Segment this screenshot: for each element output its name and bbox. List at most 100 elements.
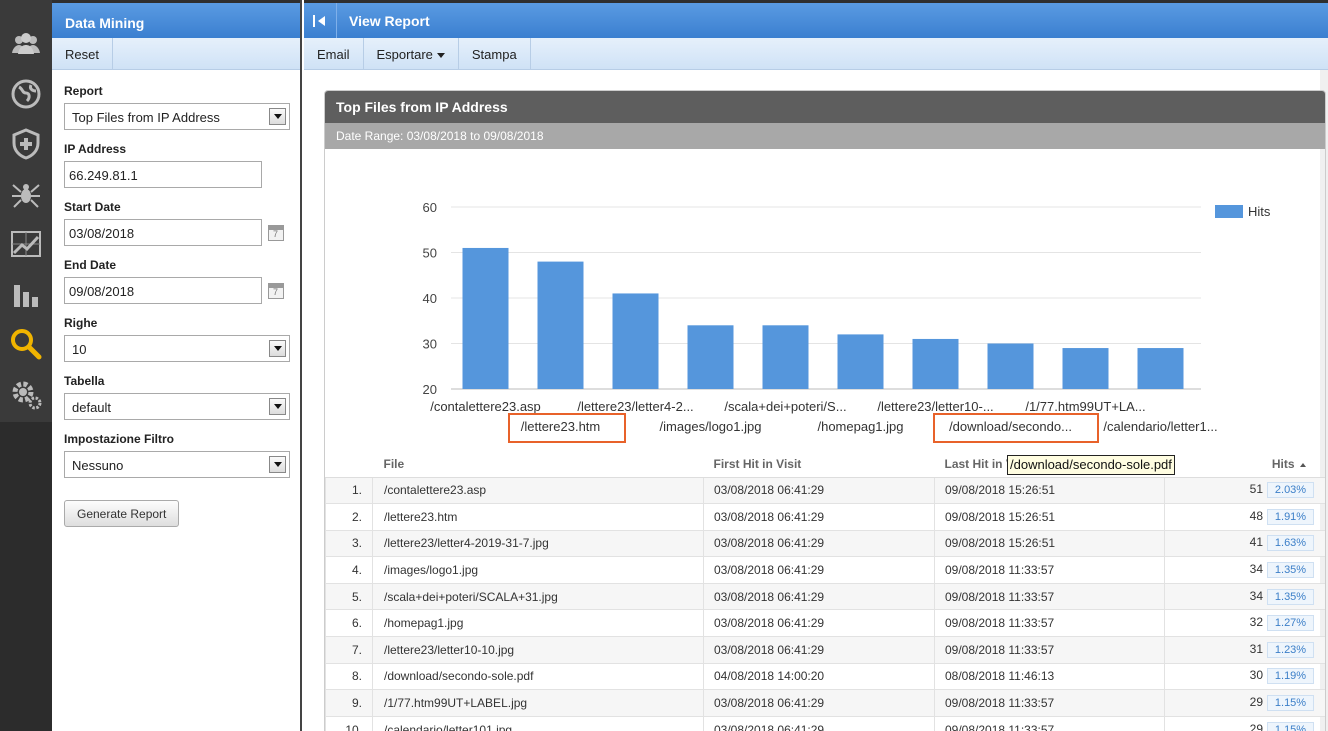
table-label: Tabella [64,374,105,388]
settings-icon[interactable] [6,374,46,414]
row-hits: 29 1.15% [1164,689,1325,717]
x-tick-label: /lettere23/letter4-2... [577,399,693,414]
main-area: View Report Email Esportare Stampa Top F… [304,0,1328,731]
row-hits-value: 29 [1249,695,1263,710]
table-row[interactable]: 10./calendario/letter101.jpg 03/08/2018 0… [325,715,1325,731]
export-label: Esportare [376,47,433,62]
search-icon[interactable] [6,324,46,364]
row-number: 8. [325,662,373,691]
reset-button[interactable]: Reset [52,38,113,69]
sort-asc-icon [1299,462,1306,467]
row-hits: 30 1.19% [1164,662,1325,691]
row-number: 10. [325,715,373,731]
report-select[interactable]: Top Files from IP Address [64,103,290,130]
bar [762,325,809,389]
report-toolbar: Email Esportare Stampa [304,38,1328,70]
table-row[interactable]: 5./scala+dei+poteri/SCALA+31.jpg 03/08/20… [325,582,1325,611]
collapse-panel-button[interactable] [304,3,337,38]
row-hits-value: 41 [1249,535,1263,550]
row-last-hit: 09/08/2018 11:33:57 [934,689,1165,717]
row-hits-value: 29 [1249,721,1263,731]
ip-address-label: IP Address [64,142,127,156]
table-row[interactable]: 4./images/logo1.jpg 03/08/2018 06:41:29 09… [325,556,1325,584]
x-tick-label: /images/logo1.jpg [660,419,762,434]
row-file: /download/secondo-sole.pdf [372,662,704,691]
calendar-icon[interactable] [268,282,284,299]
row-hits: 29 1.15% [1164,715,1325,731]
row-file: /lettere23.htm [372,503,704,531]
x-tick-label: /homepag1.jpg [817,419,903,434]
table-row[interactable]: 7./lettere23/letter10-10.jpg 03/08/2018 0… [325,636,1325,664]
table-row[interactable]: 9./1/77.htm99UT+LABEL.jpg 03/08/2018 06:4… [325,689,1325,717]
row-hits-percent: 1.35% [1267,562,1314,579]
row-first-hit: 03/08/2018 06:41:29 [703,582,935,611]
bar [612,293,659,389]
collapse-left-icon [313,14,325,27]
row-last-hit: 08/08/2018 11:46:13 [934,662,1165,691]
chevron-down-icon[interactable] [269,340,286,357]
panel-title: Data Mining [52,0,300,38]
table-row[interactable]: 1./contalettere23.asp 03/08/2018 06:41:29… [325,476,1325,505]
row-number: 9. [325,689,373,717]
y-tick-label: 50 [423,246,437,261]
row-first-hit: 04/08/2018 14:00:20 [703,662,935,691]
email-button[interactable]: Email [304,38,364,69]
rows-select[interactable]: 10 [64,335,290,362]
calendar-icon[interactable] [268,224,284,241]
row-hits-value: 32 [1249,615,1263,630]
row-first-hit: 03/08/2018 06:41:29 [703,609,935,638]
users-icon[interactable] [6,24,46,64]
table-row[interactable]: 3./lettere23/letter4-2019-31-7.jpg 03/08/… [325,529,1325,558]
bar [987,343,1034,389]
row-number: 7. [325,636,373,664]
trend-chart-icon[interactable] [6,224,46,264]
filter-select[interactable]: Nessuno [64,451,290,478]
row-number: 5. [325,582,373,611]
col-hits[interactable]: Hits [1164,451,1325,478]
row-last-hit: 09/08/2018 11:33:57 [934,636,1165,664]
row-hits-value: 34 [1249,588,1263,603]
print-button[interactable]: Stampa [459,38,531,69]
x-tick-label: /contalettere23.asp [430,399,541,414]
row-first-hit: 03/08/2018 06:41:29 [703,476,935,505]
highlight-box [508,413,626,443]
highlight-box [933,413,1099,443]
chevron-down-icon[interactable] [269,456,286,473]
rows-label: Righe [64,316,98,330]
row-hits-percent: 2.03% [1267,482,1314,499]
main-header: View Report [304,0,1328,38]
row-number: 1. [325,476,373,505]
start-date-input[interactable]: 03/08/2018 [64,219,262,246]
row-hits-value: 30 [1249,668,1263,683]
files-table: File First Hit in Visit Last Hit in Visi… [325,451,1325,731]
row-file: /homepag1.jpg [372,609,704,638]
table-row[interactable]: 8./download/secondo-sole.pdf 04/08/2018 1… [325,662,1325,691]
row-hits-value: 34 [1249,562,1263,577]
x-tick-label: /lettere23/letter10-... [877,399,993,414]
table-row[interactable]: 2./lettere23.htm 03/08/2018 06:41:29 09/08… [325,503,1325,531]
filter-select-value: Nessuno [72,458,124,473]
globe-icon[interactable] [6,74,46,114]
bar-chart-icon[interactable] [6,274,46,314]
spider-icon[interactable] [6,174,46,214]
y-tick-label: 30 [423,337,437,352]
chevron-down-icon[interactable] [269,108,286,125]
row-hits: 34 1.35% [1164,582,1325,611]
chevron-down-icon[interactable] [269,398,286,415]
table-row[interactable]: 6./homepag1.jpg 03/08/2018 06:41:29 09/08/… [325,609,1325,638]
row-hits-percent: 1.19% [1267,668,1314,685]
ip-address-input[interactable]: 66.249.81.1 [64,161,262,188]
caret-down-icon [436,53,445,59]
col-first-hit[interactable]: First Hit in Visit [703,451,935,478]
export-dropdown[interactable]: Esportare [364,38,459,69]
icon-rail [0,0,52,731]
x-tick-label: /scala+dei+poteri/S... [724,399,846,414]
row-number: 4. [325,556,373,584]
col-file[interactable]: File [372,451,704,478]
shield-icon[interactable] [6,124,46,164]
table-select[interactable]: default [64,393,290,420]
row-last-hit: 09/08/2018 11:33:57 [934,582,1165,611]
date-range: Date Range: 03/08/2018 to 09/08/2018 [325,123,1325,149]
generate-report-button[interactable]: Generate Report [64,500,180,527]
end-date-input[interactable]: 09/08/2018 [64,277,262,304]
